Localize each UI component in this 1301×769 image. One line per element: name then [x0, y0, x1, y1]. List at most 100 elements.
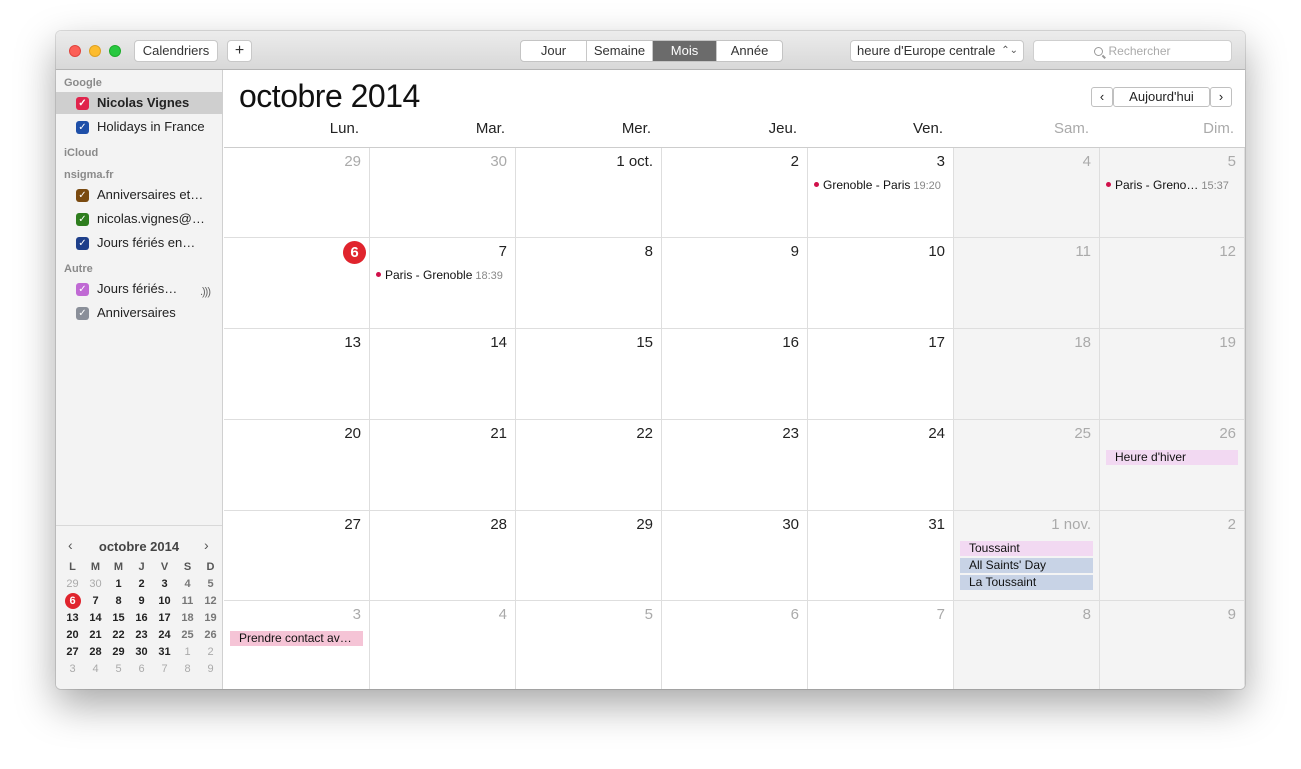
mini-day[interactable]: 1 — [107, 576, 130, 593]
day-cell[interactable]: 2 — [662, 148, 808, 238]
day-cell[interactable]: 21 — [370, 420, 516, 511]
mini-day[interactable]: 5 — [107, 661, 130, 678]
timezone-popup[interactable]: heure d'Europe centrale ⌃⌄ — [850, 40, 1024, 62]
day-cell[interactable]: 28 — [370, 511, 516, 601]
search-field[interactable]: Rechercher — [1033, 40, 1232, 62]
day-cell[interactable]: 23 — [662, 420, 808, 511]
mini-day[interactable]: 11 — [176, 593, 199, 610]
day-cell[interactable]: 15 — [516, 329, 662, 420]
mini-day[interactable]: 3 — [153, 576, 176, 593]
mini-day[interactable]: 4 — [176, 576, 199, 593]
day-cell[interactable]: 1 nov. Toussaint All Saints' Day La Toussai… — [954, 511, 1100, 601]
close-window-button[interactable] — [69, 45, 81, 57]
mini-day[interactable]: 1 — [176, 644, 199, 661]
view-tab-3[interactable]: Mois — [653, 41, 717, 61]
day-cell[interactable]: 22 — [516, 420, 662, 511]
mini-day[interactable]: 23 — [130, 627, 153, 644]
day-cell[interactable]: 4 — [370, 601, 516, 689]
checkbox[interactable]: ✓ — [76, 283, 89, 296]
mini-day[interactable]: 20 — [61, 627, 84, 644]
sidebar-calendar-item[interactable]: ✓ Anniversaires et… — [56, 184, 223, 206]
mini-day[interactable]: 4 — [84, 661, 107, 678]
mini-day[interactable]: 21 — [84, 627, 107, 644]
day-cell[interactable]: 11 — [954, 238, 1100, 329]
day-cell[interactable]: 6 — [224, 238, 370, 329]
mini-day[interactable]: 9 — [199, 661, 222, 678]
day-cell[interactable]: 4 — [954, 148, 1100, 238]
mini-day[interactable]: 30 — [84, 576, 107, 593]
mini-day[interactable]: 5 — [199, 576, 222, 593]
day-cell[interactable]: 17 — [808, 329, 954, 420]
day-cell[interactable]: 18 — [954, 329, 1100, 420]
day-cell[interactable]: 6 — [662, 601, 808, 689]
mini-day[interactable]: 18 — [176, 610, 199, 627]
day-cell[interactable]: 2 — [1100, 511, 1245, 601]
sidebar-calendar-item[interactable]: ✓ Nicolas Vignes — [56, 92, 223, 114]
mini-day[interactable]: 19 — [199, 610, 222, 627]
mini-day[interactable]: 30 — [130, 644, 153, 661]
minimize-window-button[interactable] — [89, 45, 101, 57]
day-cell[interactable]: 20 — [224, 420, 370, 511]
prev-month-chevron-icon[interactable]: ‹ — [1091, 87, 1113, 107]
mini-day[interactable]: 3 — [61, 661, 84, 678]
day-cell[interactable]: 7 Paris - Grenoble 18:39 — [370, 238, 516, 329]
mini-day[interactable]: 27 — [61, 644, 84, 661]
mini-day[interactable]: 6 — [61, 593, 84, 610]
mini-day[interactable]: 8 — [107, 593, 130, 610]
next-month-chevron-icon[interactable]: › — [1210, 87, 1232, 107]
mini-day[interactable]: 16 — [130, 610, 153, 627]
day-cell[interactable]: 24 — [808, 420, 954, 511]
calendars-button[interactable]: Calendriers — [134, 40, 218, 62]
day-cell[interactable]: 3 Grenoble - Paris 19:20 — [808, 148, 954, 238]
mini-day[interactable]: 7 — [84, 593, 107, 610]
day-cell[interactable]: 3 Prendre contact av… — [224, 601, 370, 689]
checkbox[interactable]: ✓ — [76, 189, 89, 202]
day-cell[interactable]: 13 — [224, 329, 370, 420]
mini-day[interactable]: 25 — [176, 627, 199, 644]
mini-day[interactable]: 6 — [130, 661, 153, 678]
checkbox[interactable]: ✓ — [76, 213, 89, 226]
mini-day[interactable]: 24 — [153, 627, 176, 644]
day-cell[interactable]: 29 — [224, 148, 370, 238]
mini-day[interactable]: 17 — [153, 610, 176, 627]
day-cell[interactable]: 29 — [516, 511, 662, 601]
day-cell[interactable]: 9 — [662, 238, 808, 329]
mini-day[interactable]: 10 — [153, 593, 176, 610]
sidebar-calendar-item[interactable]: ✓ Holidays in France — [56, 116, 223, 138]
mini-day[interactable]: 12 — [199, 593, 222, 610]
mini-day[interactable]: 15 — [107, 610, 130, 627]
day-cell[interactable]: 5 — [516, 601, 662, 689]
checkbox[interactable]: ✓ — [76, 97, 89, 110]
mini-day[interactable]: 14 — [84, 610, 107, 627]
day-cell[interactable]: 14 — [370, 329, 516, 420]
day-cell[interactable]: 27 — [224, 511, 370, 601]
sidebar-calendar-item[interactable]: ✓ Jours fériés….))) — [56, 278, 223, 300]
calendar-event[interactable]: Toussaint — [960, 541, 1093, 556]
day-cell[interactable]: 8 — [954, 601, 1100, 689]
calendar-event[interactable]: Paris - Grenoble 18:39 — [376, 268, 509, 283]
day-cell[interactable]: 31 — [808, 511, 954, 601]
sidebar-calendar-item[interactable]: ✓ Anniversaires — [56, 302, 223, 324]
view-tab-4[interactable]: Année — [717, 41, 782, 61]
day-cell[interactable]: 25 — [954, 420, 1100, 511]
checkbox[interactable]: ✓ — [76, 121, 89, 134]
day-cell[interactable]: 9 — [1100, 601, 1245, 689]
calendar-event[interactable]: La Toussaint — [960, 575, 1093, 590]
mini-day[interactable]: 2 — [199, 644, 222, 661]
mini-day[interactable]: 29 — [61, 576, 84, 593]
day-cell[interactable]: 5 Paris - Greno… 15:37 — [1100, 148, 1245, 238]
view-tab-2[interactable]: Semaine — [587, 41, 653, 61]
calendar-event[interactable]: Paris - Greno… 15:37 — [1106, 178, 1238, 193]
day-cell[interactable]: 16 — [662, 329, 808, 420]
sidebar-calendar-item[interactable]: ✓ Jours fériés en… — [56, 232, 223, 254]
mini-day[interactable]: 9 — [130, 593, 153, 610]
mini-day[interactable]: 26 — [199, 627, 222, 644]
day-cell[interactable]: 1 oct. — [516, 148, 662, 238]
mini-day[interactable]: 28 — [84, 644, 107, 661]
sidebar-calendar-item[interactable]: ✓ nicolas.vignes@… — [56, 208, 223, 230]
day-cell[interactable]: 26 Heure d'hiver — [1100, 420, 1245, 511]
calendar-event[interactable]: All Saints' Day — [960, 558, 1093, 573]
calendar-event[interactable]: Prendre contact av… — [230, 631, 363, 646]
calendar-event[interactable]: Grenoble - Paris 19:20 — [814, 178, 947, 193]
day-cell[interactable]: 10 — [808, 238, 954, 329]
